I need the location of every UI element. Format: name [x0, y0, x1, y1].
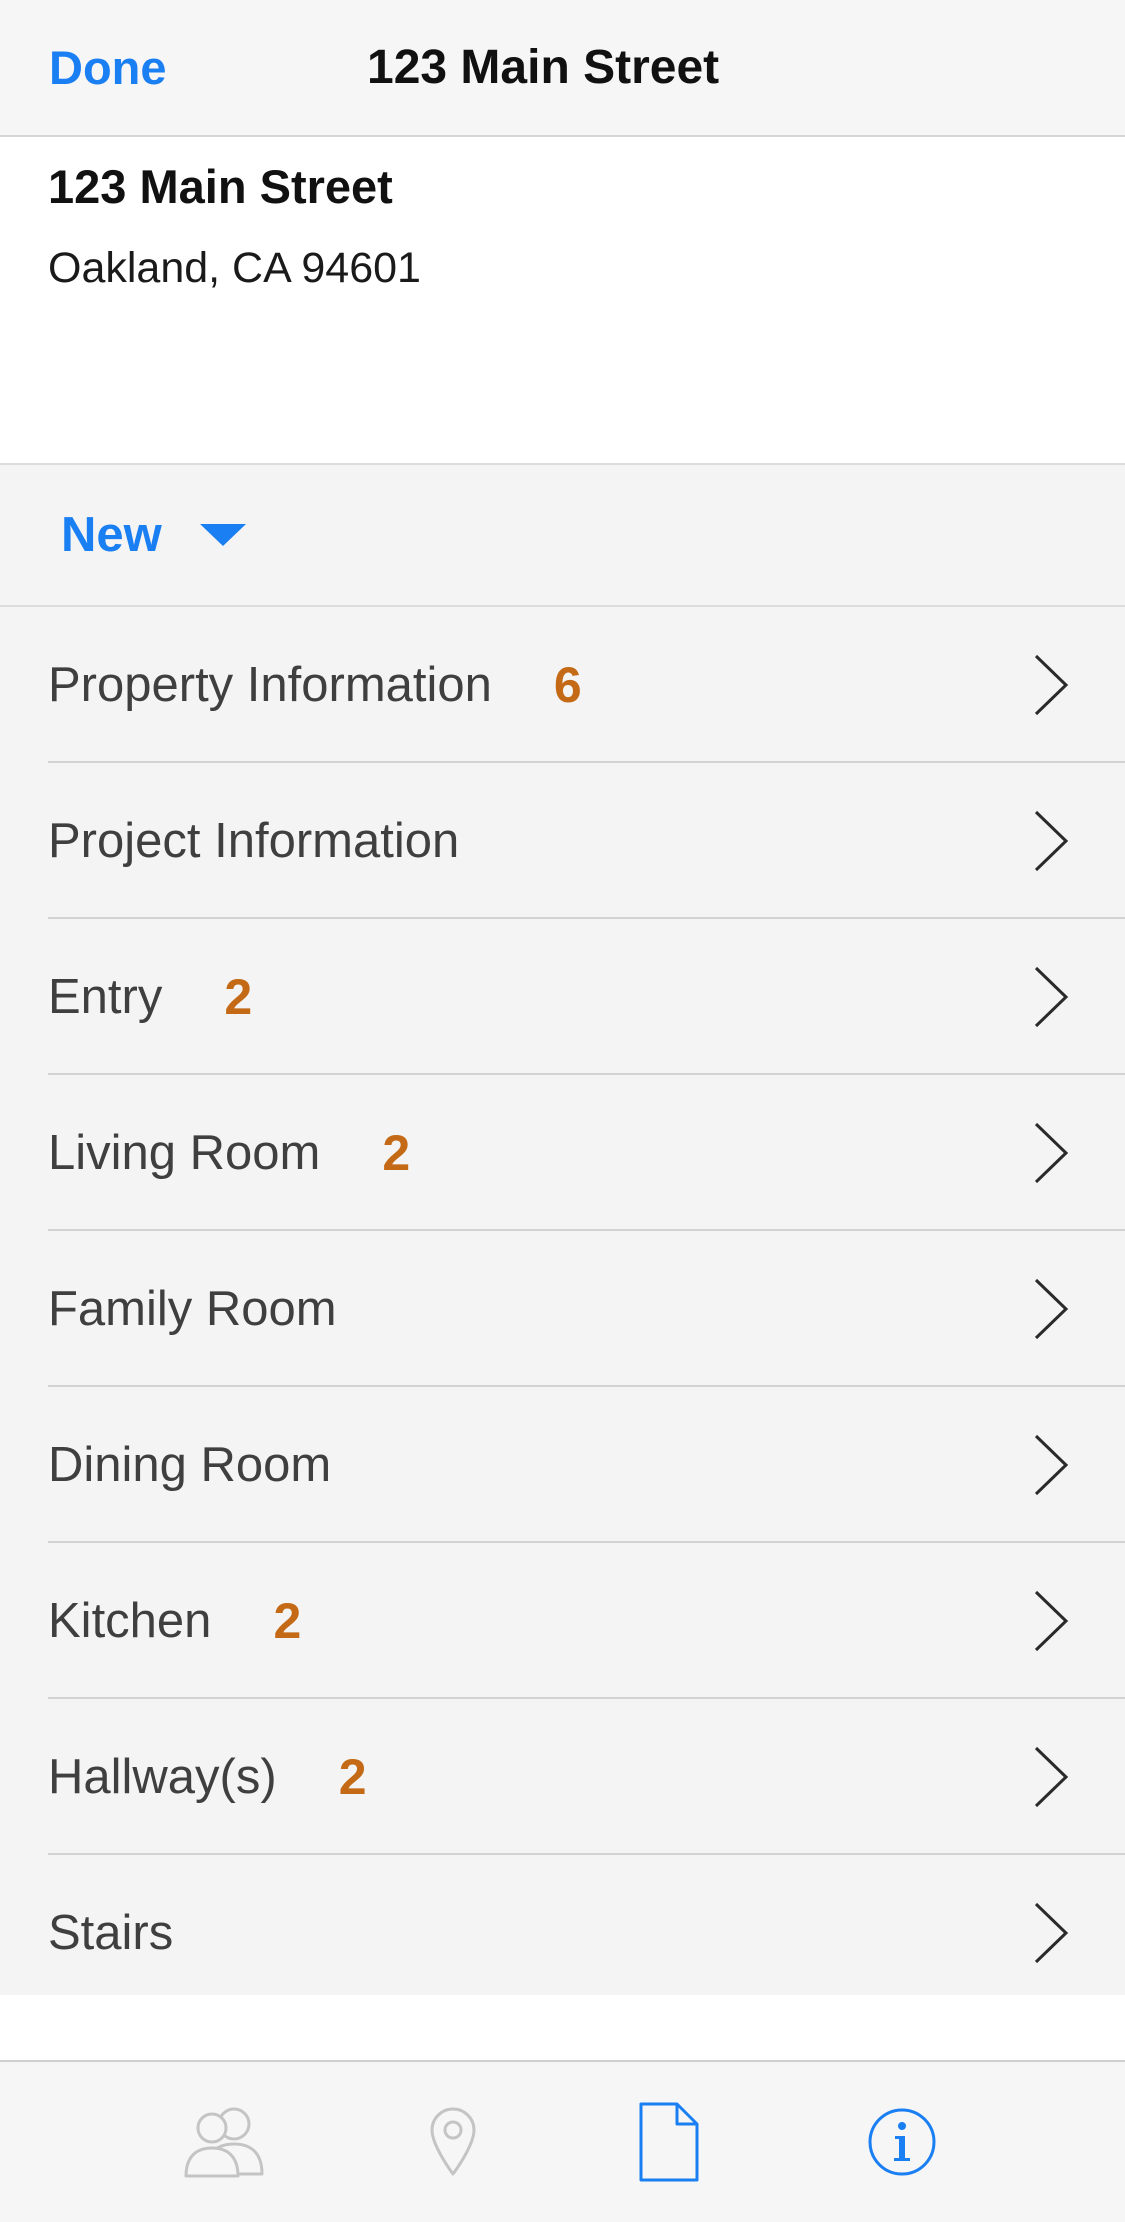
list-item-label: Dining Room [48, 1438, 332, 1492]
list-item-property-information[interactable]: Property Information 6 [0, 607, 1125, 763]
done-button[interactable]: Done [49, 38, 167, 98]
chevron-right-icon [1034, 810, 1069, 872]
people-icon [184, 2107, 264, 2178]
list-item-label: Family Room [48, 1282, 337, 1336]
list-item-count: 2 [224, 969, 253, 1025]
chevron-right-icon [1034, 1278, 1069, 1340]
chevron-right-icon [1034, 654, 1069, 716]
list-item-count: 2 [382, 1125, 411, 1181]
tab-location[interactable] [388, 2062, 518, 2222]
filter-bar: New [0, 465, 1125, 607]
address-street: 123 Main Street [48, 160, 393, 213]
chevron-right-icon [1034, 1902, 1069, 1964]
list-item-family-room[interactable]: Family Room [0, 1231, 1125, 1387]
list-item-count: 6 [553, 657, 582, 713]
list-item-stairs[interactable]: Stairs [0, 1855, 1125, 2011]
location-pin-icon [430, 2107, 476, 2176]
document-icon [639, 2102, 699, 2182]
chevron-right-icon [1034, 1746, 1069, 1808]
list-item-label: Hallway(s) [48, 1750, 277, 1804]
info-icon [868, 2108, 936, 2176]
list-item-project-information[interactable]: Project Information [0, 763, 1125, 919]
caret-down-icon [199, 524, 246, 546]
list-item-entry[interactable]: Entry 2 [0, 919, 1125, 1075]
filter-label: New [61, 508, 162, 562]
chevron-right-icon [1034, 1434, 1069, 1496]
address-block: 123 Main Street Oakland, CA 94601 [0, 137, 1125, 465]
chevron-right-icon [1034, 1122, 1069, 1184]
list-item-label: Stairs [48, 1906, 174, 1960]
list-item-dining-room[interactable]: Dining Room [0, 1387, 1125, 1543]
list-item-label: Entry [48, 970, 163, 1024]
chevron-right-icon [1034, 1590, 1069, 1652]
section-list: Property Information 6 Project Informati… [0, 607, 1125, 1995]
list-item-count: 2 [338, 1749, 367, 1805]
list-item-count: 2 [273, 1593, 302, 1649]
app-screen: Done 123 Main Street 123 Main Street Oak… [0, 0, 1125, 2222]
list-item-kitchen[interactable]: Kitchen 2 [0, 1543, 1125, 1699]
address-city: Oakland, CA 94601 [48, 244, 421, 292]
list-item-label: Project Information [48, 814, 460, 868]
page-title: 123 Main Street [367, 41, 720, 94]
filter-dropdown[interactable]: New [61, 505, 246, 565]
list-item-label: Kitchen [48, 1594, 212, 1648]
tab-bar [0, 2060, 1125, 2222]
list-item-hallways[interactable]: Hallway(s) 2 [0, 1699, 1125, 1855]
tab-people[interactable] [160, 2062, 290, 2222]
list-item-living-room[interactable]: Living Room 2 [0, 1075, 1125, 1231]
tab-info[interactable] [837, 2062, 967, 2222]
list-item-label: Property Information [48, 658, 492, 712]
list-item-label: Living Room [48, 1126, 321, 1180]
tab-document[interactable] [604, 2062, 734, 2222]
navigation-bar: Done 123 Main Street [0, 0, 1125, 137]
chevron-right-icon [1034, 966, 1069, 1028]
